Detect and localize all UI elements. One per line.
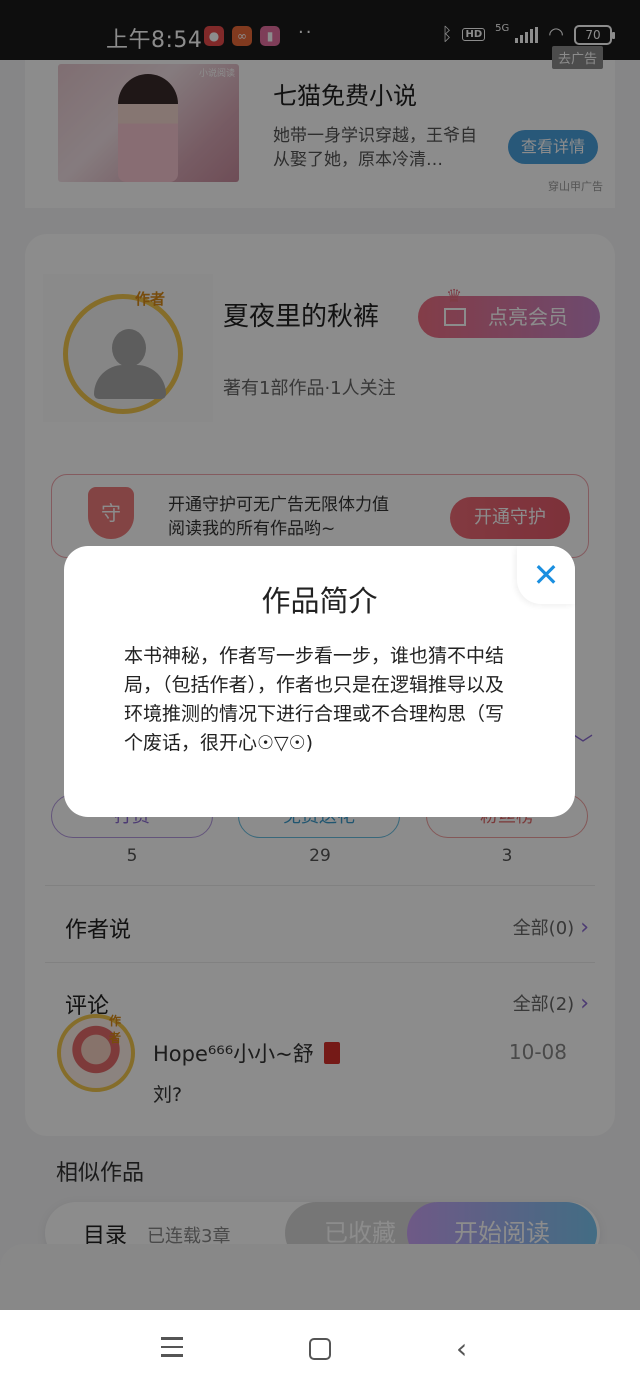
system-nav-bar: ‹: [0, 1310, 640, 1387]
dialog-title: 作品简介: [261, 584, 378, 618]
home-icon[interactable]: [309, 1338, 331, 1360]
menu-icon[interactable]: [161, 1337, 183, 1363]
synopsis-text: 本书神秘，作者写一步看一步，谁也猜不中结局，（包括作者），作者也只是在逻辑推导以…: [124, 645, 505, 754]
back-icon[interactable]: ‹: [456, 1332, 467, 1365]
synopsis-dialog: ✕ 作品简介 本书神秘，作者写一步看一步，谁也猜不中结局，（包括作者），作者也只…: [64, 546, 575, 817]
